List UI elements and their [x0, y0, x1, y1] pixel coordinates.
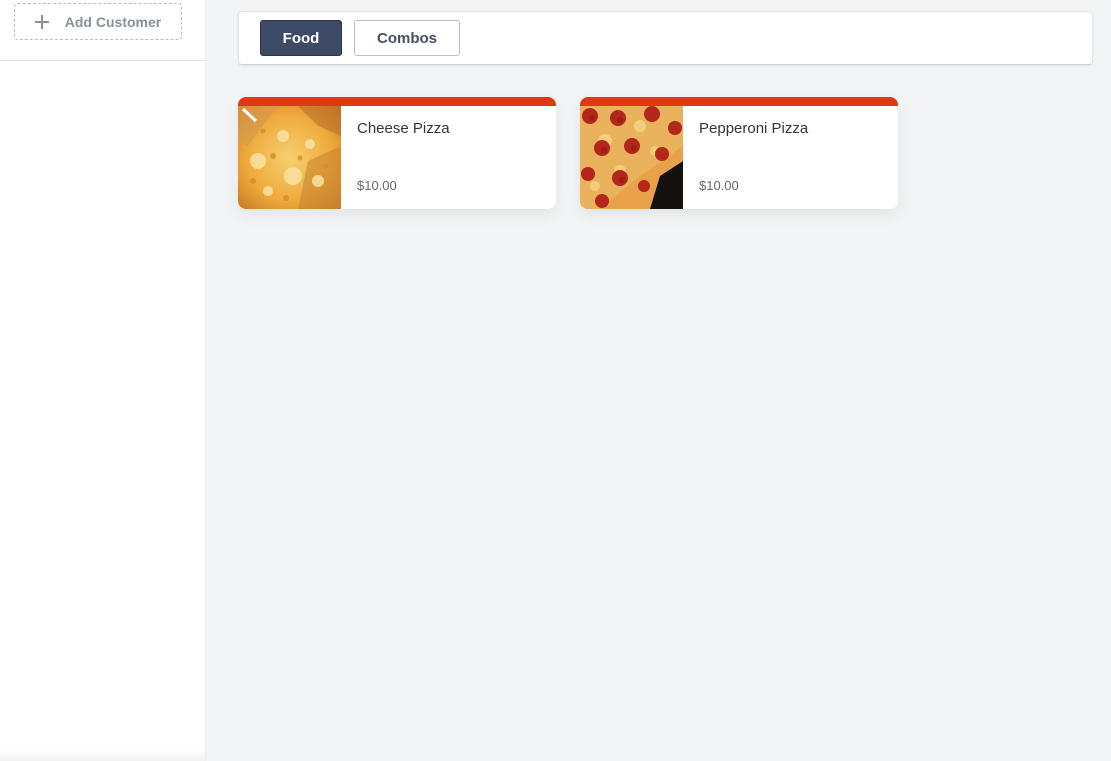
product-card-cheese-pizza[interactable]: Cheese Pizza $10.00 — [238, 97, 556, 209]
category-food-button[interactable]: Food — [260, 20, 342, 56]
product-name: Pepperoni Pizza — [699, 120, 809, 137]
pepperoni-pizza-image — [580, 106, 683, 209]
category-bar: Food Combos — [238, 11, 1093, 65]
product-price: $10.00 — [699, 178, 739, 193]
category-combos-button[interactable]: Combos — [354, 20, 460, 56]
sidebar-header: Add Customer — [0, 0, 205, 61]
customer-sidebar: Add Customer — [0, 0, 206, 761]
plus-icon — [34, 14, 49, 29]
add-customer-label: Add Customer — [64, 13, 162, 30]
product-name: Cheese Pizza — [357, 120, 450, 137]
card-accent-bar — [238, 97, 556, 106]
product-price: $10.00 — [357, 178, 397, 193]
pos-app: Add Customer Food Combos Cheese Pizza $1… — [0, 0, 1111, 761]
category-combos-label: Combos — [377, 29, 437, 47]
add-customer-button[interactable]: Add Customer — [14, 3, 182, 40]
category-food-label: Food — [282, 29, 320, 47]
product-card-pepperoni-pizza[interactable]: Pepperoni Pizza $10.00 — [580, 97, 898, 209]
sidebar-footer-shade — [0, 749, 205, 761]
cheese-pizza-image — [238, 106, 341, 209]
card-accent-bar — [580, 97, 898, 106]
